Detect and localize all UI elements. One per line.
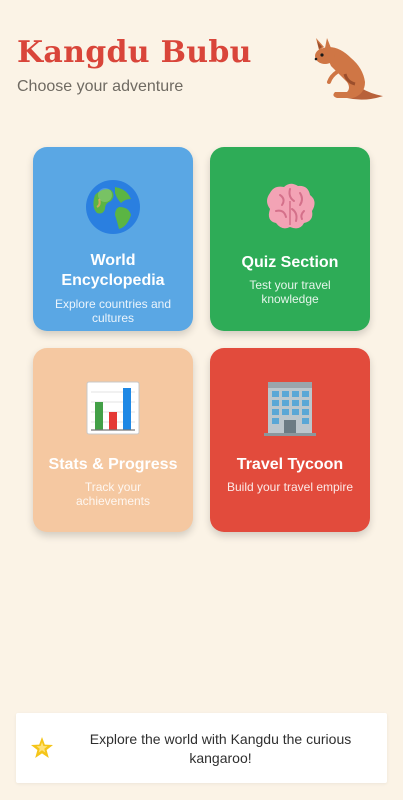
brain-icon — [267, 183, 315, 229]
world-encyclopedia-card[interactable]: World Encyclopedia Explore countries and… — [33, 147, 193, 331]
card-title: Quiz Section — [241, 254, 339, 271]
bar-chart-icon — [86, 381, 140, 435]
travel-tycoon-card[interactable]: Travel Tycoon Build your travel empire — [210, 348, 370, 532]
star-icon — [31, 737, 53, 758]
globe-icon — [86, 180, 140, 234]
footer-banner: Explore the world with Kangdu the curiou… — [16, 713, 387, 783]
office-building-icon — [264, 382, 316, 436]
card-description: Test your travel knowledge — [249, 278, 331, 306]
card-description: Track your achievements — [75, 480, 151, 508]
card-title: World Encyclopedia — [61, 252, 165, 289]
card-description: Explore countries and cultures — [54, 297, 172, 323]
stats-progress-card[interactable]: Stats & Progress Track your achievements — [33, 348, 193, 532]
card-title: Stats & Progress — [48, 456, 178, 473]
footer-text: Explore the world with Kangdu the curiou… — [89, 731, 352, 766]
card-title: Travel Tycoon — [236, 456, 344, 473]
kangaroo-icon — [314, 38, 383, 100]
card-description: Build your travel empire — [226, 480, 354, 494]
quiz-section-card[interactable]: Quiz Section Test your travel knowledge — [210, 147, 370, 331]
